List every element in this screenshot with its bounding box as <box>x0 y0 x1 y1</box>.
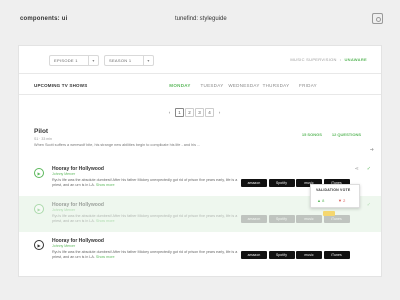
spotify-badge[interactable]: Spotify <box>268 215 295 223</box>
share-icon[interactable]: ⋖ <box>355 166 359 172</box>
amazon-badge[interactable]: amazon <box>241 179 267 187</box>
tab-thursday[interactable]: THURSDAY <box>260 83 292 88</box>
tab-friday[interactable]: FRIDAY <box>292 83 324 88</box>
arrow-right-icon[interactable]: ➜ <box>370 147 374 153</box>
music-supervision-link[interactable]: MUSIC SUPERVISION <box>290 57 336 62</box>
apple-music-badge[interactable]: music <box>296 215 322 223</box>
questions-link[interactable]: 12 QUESTIONS <box>332 132 361 137</box>
main-card: EPISODE 1 ▾ SEASON 1 ▾ MUSIC SUPERVISION… <box>18 45 382 277</box>
episode-meta: S1 · 33 min <box>34 137 52 141</box>
episode-description: When Scott suffers a werewolf bite, his … <box>34 143 201 147</box>
settings-icon[interactable] <box>372 13 383 24</box>
show-more-link[interactable]: Show more <box>96 255 115 259</box>
tab-tuesday[interactable]: TUESDAY <box>196 83 228 88</box>
show-more-link[interactable]: Show more <box>96 183 115 187</box>
song-artist[interactable]: Johnny Mercer <box>52 172 75 176</box>
spotify-badge[interactable]: Spotify <box>268 179 295 187</box>
amazon-badge[interactable]: amazon <box>241 215 267 223</box>
chevron-down-icon: ▾ <box>143 56 153 65</box>
vote-trigger[interactable] <box>323 211 335 216</box>
upcoming-heading: UPCOMING TV SHOWS <box>34 83 88 88</box>
divider <box>19 73 381 74</box>
play-icon[interactable]: ▶ <box>34 204 44 214</box>
check-icon[interactable]: ✓ <box>367 202 371 208</box>
song-description: Ryu's life was the absolute dumbest! Aft… <box>52 250 242 260</box>
spotify-badge[interactable]: Spotify <box>268 251 295 259</box>
season-select-value: SEASON 1 <box>109 58 132 63</box>
thumbs-down-icon: ▼ <box>338 198 342 203</box>
play-icon[interactable]: ▶ <box>34 168 44 178</box>
tab-monday[interactable]: MONDAY <box>164 83 196 88</box>
song-description-text: Ryu's life was the absolute dumbest! Aft… <box>52 214 238 223</box>
song-description-text: Ryu's life was the absolute dumbest! Aft… <box>52 250 238 259</box>
validation-vote-popup: VALIDATION VOTE ▲ 8 ▼ 2 <box>310 184 360 208</box>
song-artist[interactable]: Johnny Mercer <box>52 208 75 212</box>
page-button-1[interactable]: 1 <box>175 108 184 117</box>
episode-select-value: EPISODE 1 <box>54 58 78 63</box>
song-artist[interactable]: Johnny Mercer <box>52 244 75 248</box>
chevron-down-icon: ▾ <box>88 56 98 65</box>
store-badges: amazon Spotify music iTunes <box>241 251 350 259</box>
vote-up-button[interactable]: ▲ 8 <box>317 198 324 203</box>
show-more-link[interactable]: Show more <box>96 219 115 223</box>
itunes-badge[interactable]: iTunes <box>323 215 350 223</box>
vote-title: VALIDATION VOTE <box>316 188 351 192</box>
amazon-badge[interactable]: amazon <box>241 251 267 259</box>
page-button-4[interactable]: 4 <box>205 108 214 117</box>
unaware-link[interactable]: UNAWARE <box>344 57 367 62</box>
pagination: ‹ 1 2 3 4 › <box>165 108 224 117</box>
song-actions: ⋖ ✓ <box>355 166 371 172</box>
top-bar: components: ui tunefind: styleguide <box>0 0 400 40</box>
store-badges: amazon Spotify music iTunes <box>241 215 350 223</box>
season-select[interactable]: SEASON 1 ▾ <box>104 55 154 66</box>
episode-select[interactable]: EPISODE 1 ▾ <box>49 55 99 66</box>
page-title: tunefind: styleguide <box>175 16 227 22</box>
play-icon[interactable]: ▶ <box>34 240 44 250</box>
episode-title[interactable]: Pilot <box>34 128 48 135</box>
day-tabs: MONDAY TUESDAY WEDNESDAY THURSDAY FRIDAY <box>164 83 324 88</box>
song-description: Ryu's life was the absolute dumbest! Aft… <box>52 178 242 188</box>
mode-links: MUSIC SUPERVISION • UNAWARE <box>290 57 367 62</box>
prev-page-button[interactable]: ‹ <box>165 108 174 117</box>
song-description: Ryu's life was the absolute dumbest! Aft… <box>52 214 242 224</box>
episode-links: 15 SONGS 12 QUESTIONS <box>302 132 361 137</box>
thumbs-up-icon: ▲ <box>317 198 321 203</box>
mode-separator: • <box>339 57 342 62</box>
page-button-2[interactable]: 2 <box>185 108 194 117</box>
vote-down-count: 2 <box>343 198 346 203</box>
apple-music-badge[interactable]: music <box>296 251 322 259</box>
songs-link[interactable]: 15 SONGS <box>302 132 322 137</box>
divider <box>19 94 381 95</box>
itunes-badge[interactable]: iTunes <box>323 251 350 259</box>
song-row: ▶ Hooray for Hollywood Johnny Mercer Ryu… <box>19 232 381 268</box>
vote-down-button[interactable]: ▼ 2 <box>338 198 345 203</box>
brand-label: components: ui <box>20 16 68 22</box>
tab-wednesday[interactable]: WEDNESDAY <box>228 83 260 88</box>
vote-up-count: 8 <box>322 198 325 203</box>
song-description-text: Ryu's life was the absolute dumbest! Aft… <box>52 178 238 187</box>
page-button-3[interactable]: 3 <box>195 108 204 117</box>
check-icon[interactable]: ✓ <box>367 166 371 172</box>
next-page-button[interactable]: › <box>215 108 224 117</box>
